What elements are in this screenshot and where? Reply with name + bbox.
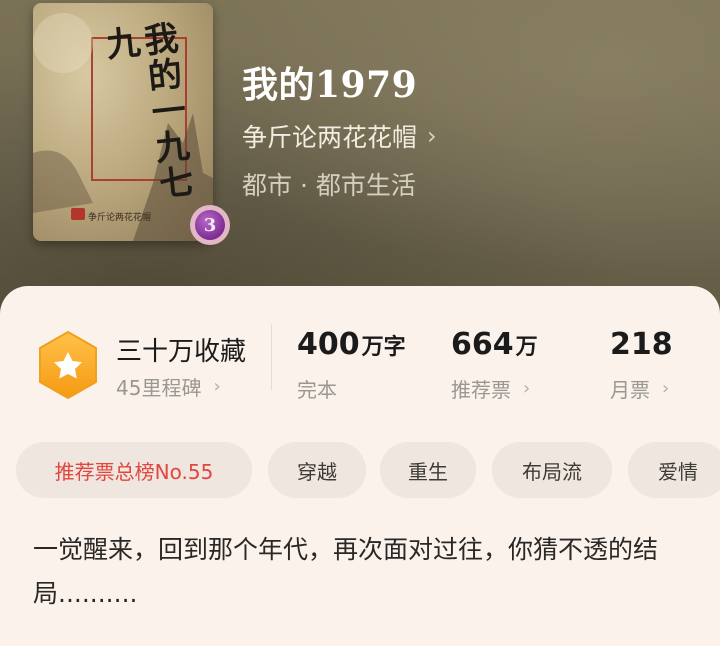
word-count: 400万字 (297, 327, 406, 362)
recommend-number: 664 (451, 327, 514, 362)
monthly-label: 月票 (610, 378, 650, 402)
chevron-right-icon: › (523, 378, 531, 399)
chevron-right-icon: › (662, 378, 670, 399)
book-cover[interactable]: 我的一九七九 争斤论两花花帽 (33, 3, 213, 241)
word-count-unit: 万字 (361, 335, 406, 360)
book-title: 我的1979 (242, 64, 418, 106)
milestone-label: 45里程碑 (116, 376, 202, 400)
monthly-ticket-count: 218 (610, 327, 673, 362)
cover-author: 争斤论两花花帽 (88, 213, 152, 223)
monthly-ticket-link[interactable]: 月票 › (610, 374, 669, 403)
collection-label: 三十万收藏 (116, 337, 247, 367)
cover-title: 我的一九七九 (98, 19, 195, 203)
genre-label: 都市 · 都市生活 (242, 171, 416, 200)
tag-item[interactable]: 穿越 (268, 442, 366, 498)
chevron-right-icon: › (213, 376, 221, 397)
milestone-link[interactable]: 45里程碑 › (116, 372, 221, 401)
recommend-ticket-link[interactable]: 推荐票 › (451, 374, 530, 403)
recommend-unit: 万 (515, 335, 538, 360)
tag-item[interactable]: 爱情 (628, 442, 720, 498)
tag-item[interactable]: 布局流 (492, 442, 612, 498)
level-badge-icon: 3 (190, 205, 230, 245)
status-label: 完本 (297, 378, 337, 402)
completion-status: 完本 (297, 374, 337, 403)
word-count-number: 400 (297, 327, 360, 362)
chevron-right-icon: › (427, 122, 437, 150)
collection-star-icon (39, 331, 97, 399)
monthly-number: 218 (610, 327, 673, 362)
level-badge-number: 3 (195, 210, 225, 240)
author-name: 争斤论两花花帽 (242, 123, 418, 152)
book-description[interactable]: 一觉醒来，回到那个年代，再次面对过往，你猜不透的结局.......... (33, 528, 683, 616)
stats-divider (271, 324, 272, 390)
tag-rank[interactable]: 推荐票总榜No.55 (16, 442, 252, 498)
recommend-count: 664万 (451, 327, 538, 362)
tag-item[interactable]: 重生 (380, 442, 476, 498)
recommend-label: 推荐票 (451, 378, 511, 402)
tag-list: 推荐票总榜No.55 穿越 重生 布局流 爱情 (16, 442, 720, 498)
cover-seal-icon (71, 208, 85, 220)
author-link[interactable]: 争斤论两花花帽 › (242, 118, 437, 154)
